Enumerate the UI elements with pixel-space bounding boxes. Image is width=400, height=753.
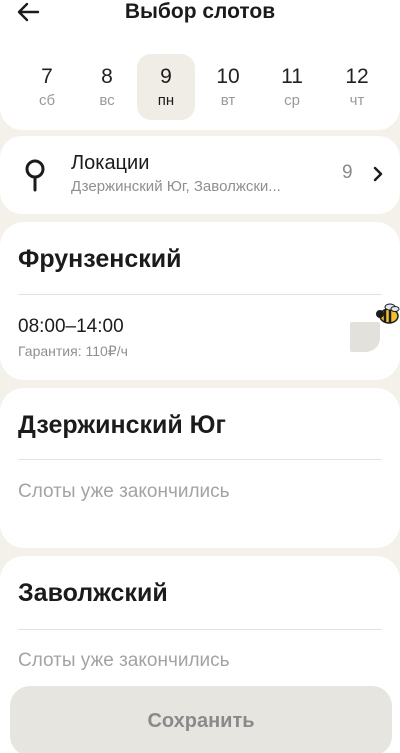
save-button[interactable]: Сохранить: [10, 686, 392, 753]
slot-guarantee: Гарантия: 110₽/ч: [18, 343, 128, 359]
divider: [18, 459, 382, 460]
bee-icon: [376, 303, 400, 324]
empty-slots-message: Слоты уже закончились: [18, 481, 230, 502]
slot-time: 08:00–14:00: [18, 316, 124, 337]
date-weekday: вт: [220, 92, 236, 109]
date-number: 11: [281, 65, 303, 88]
district-section-dzerzhinsky-yug: Дзержинский Юг Слоты уже закончились: [0, 388, 400, 548]
section-title: Фрунзенский: [18, 245, 182, 273]
section-title: Дзержинский Юг: [18, 411, 226, 439]
date-item[interactable]: 8 вс: [78, 54, 136, 120]
header: Выбор слотов: [0, 0, 400, 46]
date-weekday: чт: [349, 92, 365, 109]
locations-title: Локации: [71, 152, 150, 174]
section-title: Заволжский: [18, 579, 168, 607]
date-item[interactable]: 7 сб: [18, 54, 76, 120]
date-weekday: пн: [157, 92, 175, 109]
date-item[interactable]: 12 чт: [328, 54, 386, 120]
map-pin-icon: [25, 159, 45, 192]
district-section-frunzensky: Фрунзенский 08:00–14:00 Гарантия: 110₽/ч: [0, 222, 400, 380]
date-number: 8: [101, 65, 113, 88]
empty-slots-message: Слоты уже закончились: [18, 650, 230, 671]
chevron-right-icon: [373, 166, 383, 182]
divider: [18, 294, 382, 295]
date-weekday: вс: [99, 92, 115, 109]
date-item[interactable]: 10 вт: [199, 54, 257, 120]
date-number: 9: [160, 65, 172, 88]
date-weekday: ср: [284, 92, 300, 109]
date-selector: 7 сб 8 вс 9 пн 10 вт 11 ср 12 чт: [0, 46, 400, 130]
date-number: 7: [41, 65, 53, 88]
date-item[interactable]: 11 ср: [263, 54, 321, 120]
locations-summary: Дзержинский Юг, Заволжски...: [71, 178, 281, 195]
bottom-bar: Сохранить: [0, 670, 400, 753]
date-item-selected[interactable]: 9 пн: [137, 54, 195, 120]
date-number: 10: [216, 65, 240, 88]
locations-count: 9: [342, 162, 353, 183]
locations-filter[interactable]: Локации Дзержинский Юг, Заволжски... 9: [0, 136, 400, 214]
page-title: Выбор слотов: [124, 0, 276, 23]
date-weekday: сб: [38, 92, 56, 109]
date-number: 12: [345, 65, 369, 88]
divider: [18, 629, 382, 630]
slot-selection-screen: Выбор слотов 7 сб 8 вс 9 пн 10 вт 11 ср …: [0, 0, 400, 753]
